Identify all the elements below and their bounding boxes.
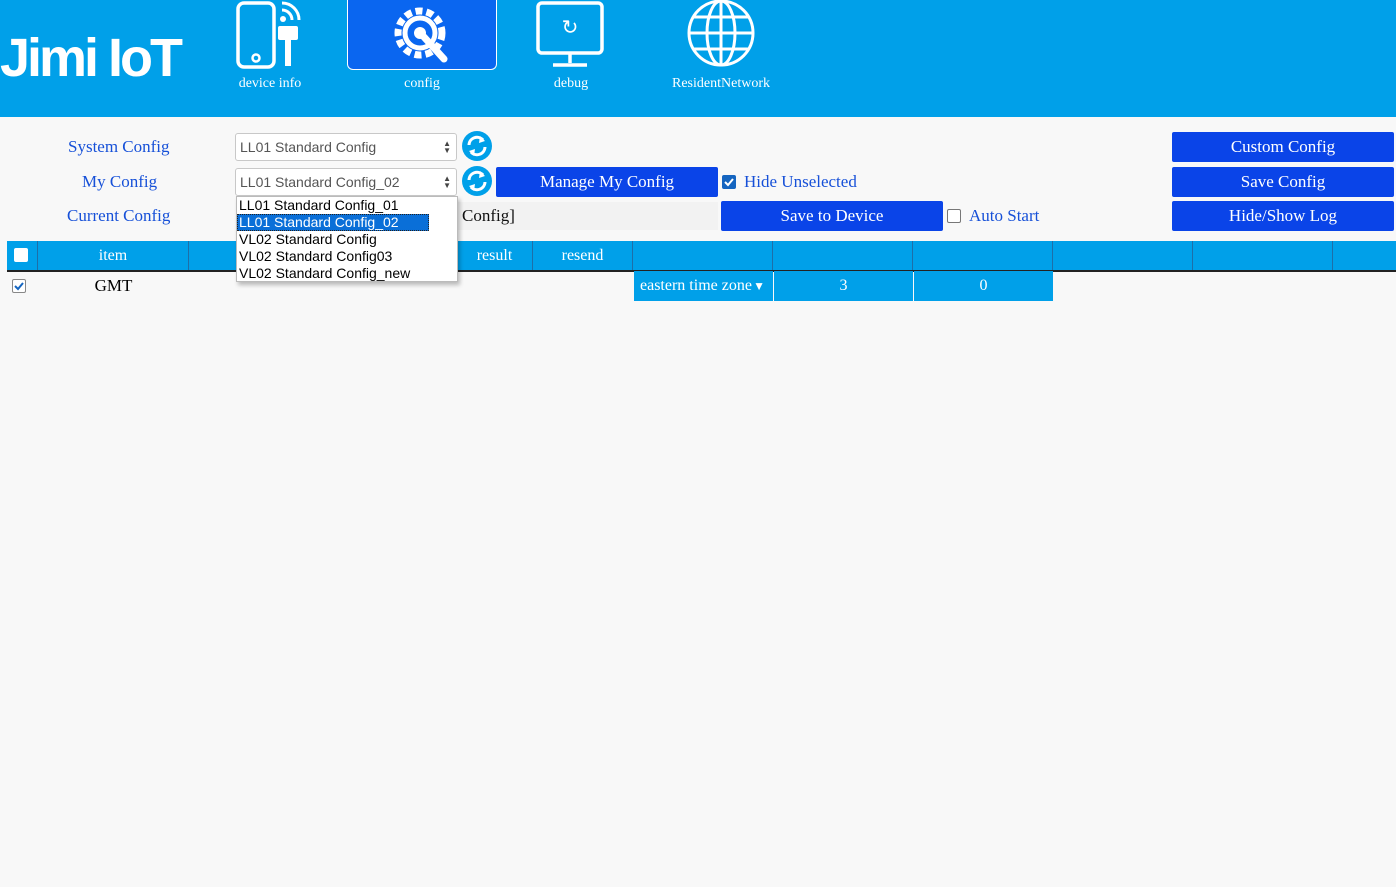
my-config-dropdown: LL01 Standard Config_01 LL01 Standard Co…: [236, 196, 458, 282]
system-config-select[interactable]: LL01 Standard Config ▲ ▼: [235, 133, 457, 161]
select-arrows-icon: ▲ ▼: [443, 139, 451, 155]
current-config-label: Current Config: [67, 206, 171, 225]
tab-resident-network[interactable]: ResidentNetwork: [647, 0, 795, 93]
jimi-iot-logo: Jimi IoT: [0, 28, 183, 88]
gear-wrench-icon: [382, 0, 462, 73]
header-col: [913, 241, 1053, 270]
hide-show-log-button[interactable]: Hide/Show Log: [1172, 201, 1394, 231]
save-config-button[interactable]: Save Config: [1172, 167, 1394, 197]
current-config-value: Config]: [462, 206, 515, 225]
header-col: [1193, 241, 1333, 270]
system-config-value: LL01 Standard Config: [240, 139, 377, 155]
header-col: [1333, 241, 1396, 270]
dropdown-option[interactable]: LL01 Standard Config_01: [237, 197, 457, 214]
phone-signal-icon: [230, 0, 310, 77]
table-header: item result resend: [7, 241, 1396, 272]
tab-device-info[interactable]: device info: [196, 0, 344, 93]
tab-label: ResidentNetwork: [672, 76, 770, 91]
my-config-label: My Config: [82, 172, 158, 191]
header-result: result: [457, 241, 533, 270]
app-header: Jimi IoT device info config ↻ debug Resi…: [0, 0, 1396, 117]
dropdown-option[interactable]: VL02 Standard Config_new: [237, 265, 457, 282]
chevron-down-icon: ▼: [753, 279, 765, 293]
tab-label: debug: [553, 76, 589, 91]
row-value-cell[interactable]: 0: [914, 271, 1053, 301]
select-all-cell: [7, 241, 38, 270]
header-col: [1053, 241, 1193, 270]
my-config-value: LL01 Standard Config_02: [240, 174, 400, 190]
refresh-system-config-button[interactable]: [462, 131, 492, 161]
globe-icon: [681, 0, 761, 77]
dropdown-option[interactable]: VL02 Standard Config03: [237, 248, 457, 265]
auto-start-checkbox[interactable]: [947, 209, 961, 223]
manage-my-config-button[interactable]: Manage My Config: [496, 167, 718, 197]
select-arrows-icon: ▲ ▼: [443, 174, 451, 190]
row-checkbox[interactable]: [12, 279, 26, 293]
current-config-field: Config]: [458, 202, 718, 230]
header-col: [633, 241, 773, 270]
monitor-sync-icon: ↻: [531, 0, 611, 77]
tab-label: config: [404, 76, 440, 91]
refresh-icon: [467, 135, 487, 157]
checkmark-icon: [14, 282, 24, 291]
timezone-select[interactable]: eastern time zone ▼: [634, 271, 773, 301]
tab-config[interactable]: config: [347, 0, 497, 91]
header-resend: resend: [533, 241, 633, 270]
tab-label: device info: [238, 76, 302, 91]
row-value-cell[interactable]: 3: [774, 271, 913, 301]
refresh-my-config-button[interactable]: [462, 166, 492, 196]
save-to-device-button[interactable]: Save to Device: [721, 201, 943, 231]
header-col: [773, 241, 913, 270]
custom-config-button[interactable]: Custom Config: [1172, 132, 1394, 162]
checkmark-icon: [724, 178, 734, 187]
my-config-select[interactable]: LL01 Standard Config_02 ▲ ▼: [235, 168, 457, 196]
refresh-icon: [467, 170, 487, 192]
header-item: item: [38, 241, 189, 270]
hide-unselected-checkbox[interactable]: [722, 175, 736, 189]
hide-unselected-label: Hide Unselected: [744, 172, 857, 191]
system-config-label: System Config: [68, 137, 170, 156]
tab-debug[interactable]: ↻ debug: [497, 0, 645, 93]
auto-start-label: Auto Start: [969, 206, 1040, 225]
row-item: GMT: [94, 276, 133, 295]
timezone-value: eastern time zone: [640, 277, 752, 294]
dropdown-option[interactable]: VL02 Standard Config: [237, 231, 457, 248]
select-all-checkbox[interactable]: [14, 248, 28, 262]
dropdown-option-selected[interactable]: LL01 Standard Config_02: [237, 214, 429, 231]
svg-text:↻: ↻: [562, 15, 579, 39]
